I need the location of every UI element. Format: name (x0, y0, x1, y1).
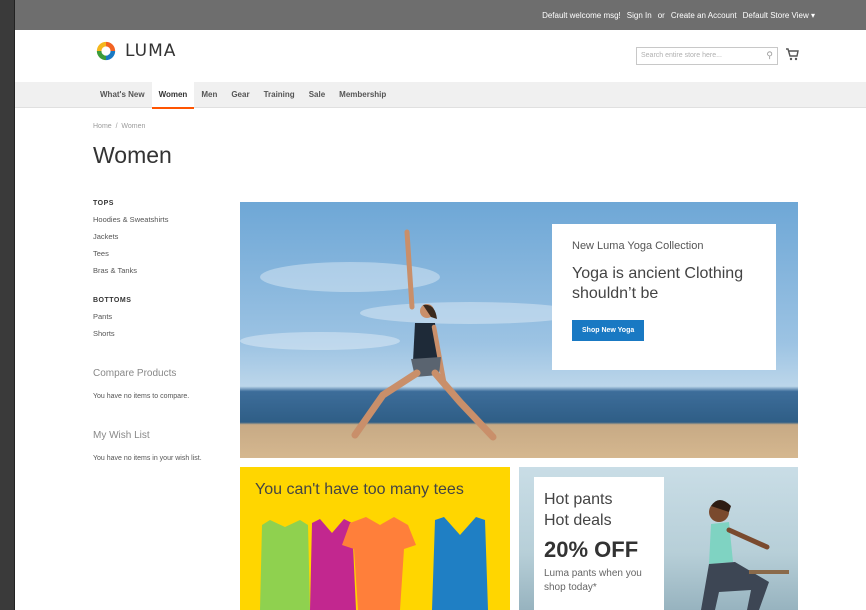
breadcrumb-home[interactable]: Home (93, 123, 112, 130)
breadcrumb-separator: / (115, 123, 118, 130)
logo[interactable]: LUMA (95, 40, 176, 62)
welcome-message: Default welcome msg! (542, 11, 621, 20)
create-account-link[interactable]: Create an Account (671, 11, 737, 20)
search-icon[interactable]: ⚲ (766, 50, 773, 61)
pants-line-2: Hot deals (544, 512, 612, 529)
sign-in-link[interactable]: Sign In (627, 11, 652, 20)
nav-item-gear[interactable]: Gear (224, 82, 256, 108)
wishlist-title: My Wish List (93, 430, 150, 441)
wishlist-empty-text: You have no items in your wish list. (93, 455, 202, 462)
hero-text-card: New Luma Yoga Collection Yoga is ancient… (552, 224, 776, 370)
pants-discount: 20% OFF (544, 537, 639, 562)
pants-promo-card: Hot pants Hot deals 20% OFF Luma pants w… (534, 477, 664, 610)
luma-logo-icon (96, 41, 116, 61)
sidebar-item-tees[interactable]: Tees (93, 249, 233, 258)
tops-heading: TOPS (93, 200, 114, 207)
promo-tees[interactable]: You can't have too many tees (240, 467, 510, 610)
pants-small-text: Luma pants when you shop today* (544, 568, 642, 593)
sidebar-item-pants[interactable]: Pants (93, 312, 233, 321)
breadcrumb-current: Women (121, 123, 146, 130)
or-text: or (657, 11, 665, 20)
promo-tees-text: You can't have too many tees (255, 481, 464, 498)
search-input[interactable]: Search entire store here... ⚲ (636, 47, 778, 65)
sidebar-item-shorts[interactable]: Shorts (93, 329, 233, 338)
search-placeholder: Search entire store here... (641, 52, 722, 59)
page-title: Women (93, 142, 172, 168)
sidebar-item-hoodies[interactable]: Hoodies & Sweatshirts (93, 215, 233, 224)
promo-pants[interactable]: Hot pants Hot deals 20% OFF Luma pants w… (519, 467, 798, 610)
nav-item-membership[interactable]: Membership (332, 82, 393, 108)
nav-item-women[interactable]: Women (151, 82, 195, 109)
breadcrumb: Home / Women (93, 123, 145, 130)
compare-empty-text: You have no items to compare. (93, 393, 190, 400)
pants-model-image (701, 500, 789, 610)
pants-line-1: Hot pants (544, 491, 613, 508)
sidebar-item-jackets[interactable]: Jackets (93, 232, 233, 241)
nav-item-training[interactable]: Training (257, 82, 302, 108)
sidebar-item-bras-tanks[interactable]: Bras & Tanks (93, 266, 233, 275)
nav-item-sale[interactable]: Sale (302, 82, 332, 108)
hero-banner[interactable]: New Luma Yoga Collection Yoga is ancient… (240, 202, 798, 458)
cart-icon[interactable] (785, 46, 799, 62)
top-panel: Default welcome msg! Sign In or Create a… (15, 0, 866, 30)
sidebar: TOPS Hoodies & Sweatshirts Jackets Tees … (93, 200, 233, 462)
compare-title: Compare Products (93, 368, 177, 379)
tees-image (260, 517, 488, 610)
yoga-model-image (351, 229, 497, 441)
nav-item-whats-new[interactable]: What's New (93, 82, 152, 108)
main-navigation: What's New Women Men Gear Training Sale … (15, 82, 866, 109)
bottoms-heading: BOTTOMS (93, 297, 132, 304)
nav-item-men[interactable]: Men (194, 82, 224, 108)
logo-text: LUMA (125, 41, 177, 61)
shop-new-yoga-button[interactable]: Shop New Yoga (572, 320, 645, 341)
store-view-switcher[interactable]: Default Store View ▾ (743, 11, 815, 20)
hero-subtitle: New Luma Yoga Collection (572, 240, 704, 252)
hero-headline: Yoga is ancient Clothing shouldn’t be (572, 265, 744, 302)
browser-page: Default welcome msg! Sign In or Create a… (14, 0, 866, 610)
